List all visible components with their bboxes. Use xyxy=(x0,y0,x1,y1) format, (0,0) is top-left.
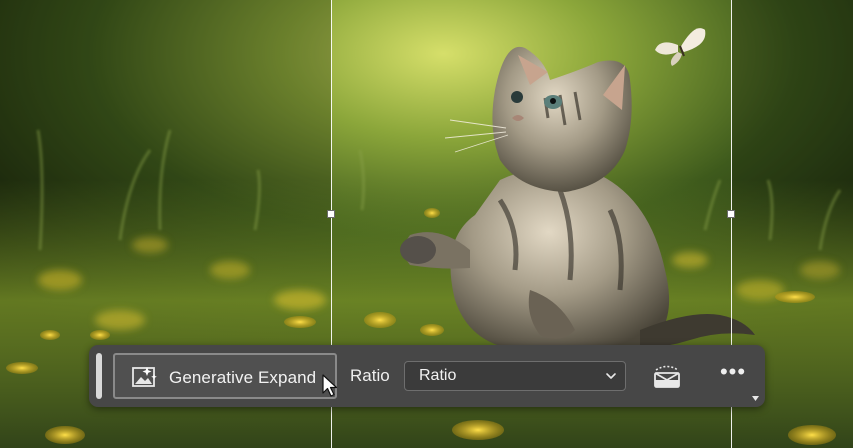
chevron-down-icon xyxy=(606,373,616,379)
contextual-taskbar: Generative Expand Ratio Ratio ••• xyxy=(89,345,765,407)
crop-handle-right[interactable] xyxy=(727,210,735,218)
ratio-dropdown[interactable]: Ratio xyxy=(404,361,626,391)
more-options-button[interactable]: ••• xyxy=(715,359,751,389)
expand-corner-icon[interactable] xyxy=(752,396,759,401)
more-options-icon: ••• xyxy=(719,359,747,384)
generative-expand-button[interactable]: Generative Expand xyxy=(113,353,337,399)
crop-handle-left[interactable] xyxy=(327,210,335,218)
generative-expand-icon xyxy=(132,367,157,387)
generative-expand-label: Generative Expand xyxy=(169,368,317,387)
ratio-label: Ratio xyxy=(350,366,390,385)
ratio-selected-value: Ratio xyxy=(419,367,457,384)
taskbar-drag-handle[interactable] xyxy=(96,353,102,399)
camera-adjust-icon[interactable] xyxy=(651,362,683,390)
